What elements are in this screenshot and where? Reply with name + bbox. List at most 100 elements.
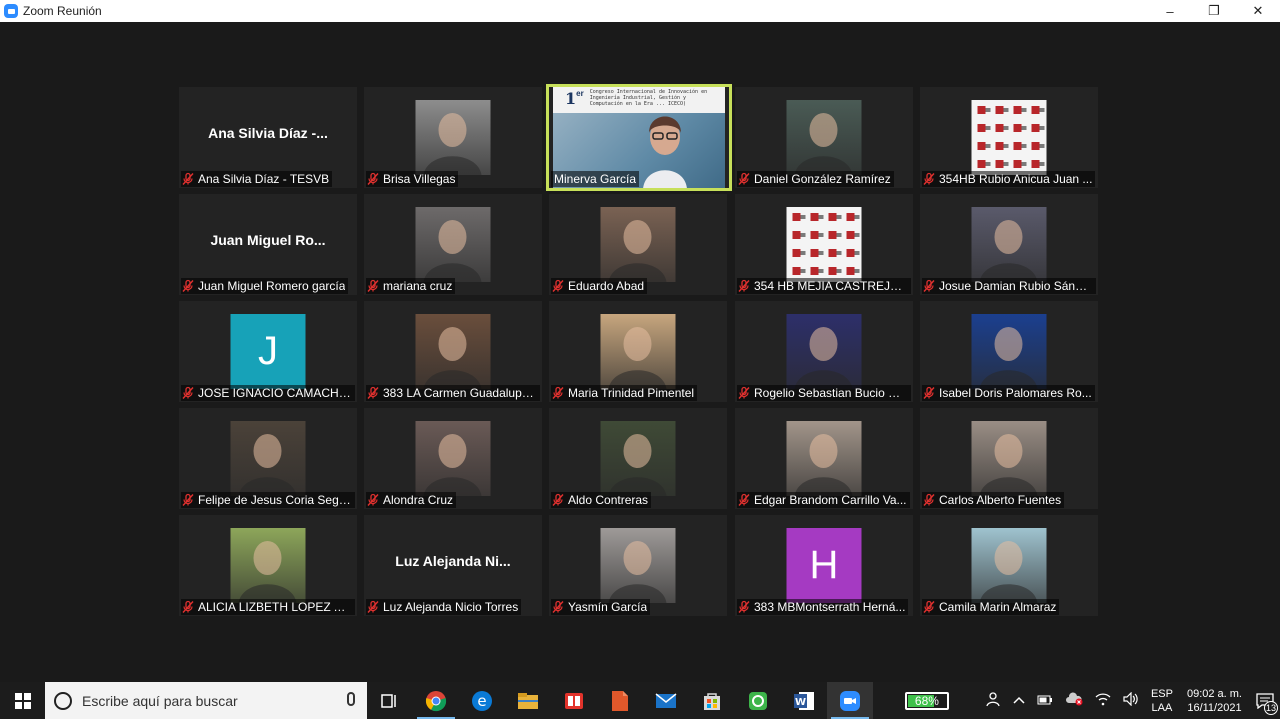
mail-button[interactable] <box>643 682 689 719</box>
notification-count: 13 <box>1264 700 1278 715</box>
participant-tile[interactable]: mariana cruz <box>364 194 542 295</box>
people-icon[interactable] <box>985 691 1001 710</box>
participant-tile[interactable]: 383 LA Carmen Guadalupe... <box>364 301 542 402</box>
participant-tile[interactable]: ALICIA LIZBETH LOPEZ AVILA <box>179 515 357 616</box>
muted-microphone-icon <box>181 493 195 507</box>
volume-icon[interactable] <box>1123 691 1139 709</box>
participant-name-label: Aldo Contreras <box>551 492 652 508</box>
participant-tile[interactable]: Ana Silvia Díaz -... Ana Silvia Díaz - TE… <box>179 87 357 188</box>
participant-tile[interactable]: Eduardo Abad <box>549 194 727 295</box>
file-explorer-button[interactable] <box>505 682 551 719</box>
chrome-button[interactable] <box>413 682 459 719</box>
muted-microphone-icon <box>551 493 565 507</box>
participant-tile[interactable]: 1 er Congreso Internacional de Innovación … <box>546 84 732 191</box>
participant-tile[interactable]: Yasmín García <box>549 515 727 616</box>
keyboard-layout: LAA <box>1151 701 1173 714</box>
participant-photo <box>415 314 491 389</box>
participant-tile[interactable]: Luz Alejanda Ni... Luz Alejanda Nicio Tor… <box>364 515 542 616</box>
participant-name: Ana Silvia Díaz - TESVB <box>198 172 330 186</box>
language-code: ESP <box>1150 687 1173 700</box>
participant-name-label: Maria Trinidad Pimentel <box>551 385 698 401</box>
participant-tile[interactable]: J JOSE IGNACIO CAMACHO ... <box>179 301 357 402</box>
participant-name: Brisa Villegas <box>383 172 456 186</box>
muted-microphone-icon <box>366 279 380 293</box>
pdf-reader-button[interactable] <box>551 682 597 719</box>
participant-name: Yasmín García <box>568 600 648 614</box>
powerpoint-file-button[interactable] <box>597 682 643 719</box>
participant-name-label: Eduardo Abad <box>551 278 648 294</box>
muted-microphone-icon <box>737 279 751 293</box>
wifi-icon[interactable] <box>1095 692 1111 709</box>
svg-text:W: W <box>795 697 806 708</box>
zoom-icon <box>840 690 860 711</box>
participant-tile[interactable]: Felipe de Jesus Coria Segu... <box>179 408 357 509</box>
start-button[interactable] <box>0 682 45 719</box>
window-titlebar: Zoom Reunión – ❐ ✕ <box>0 0 1280 22</box>
participant-photo <box>600 207 676 282</box>
participant-avatar <box>971 100 1047 175</box>
participant-tile[interactable]: Josue Damian Rubio Sánch... <box>920 194 1098 295</box>
participant-photo <box>415 100 491 175</box>
participant-tile[interactable]: Alondra Cruz <box>364 408 542 509</box>
participant-tile[interactable]: 354 HB MEJIA CASTREJON ... <box>735 194 913 295</box>
participant-tile[interactable]: Isabel Doris Palomares Ro... <box>920 301 1098 402</box>
search-placeholder: Escribe aquí para buscar <box>82 692 238 709</box>
folder-icon <box>518 692 538 709</box>
participant-name: Camila Marin Almaraz <box>939 600 1057 614</box>
muted-microphone-icon <box>366 172 380 186</box>
participant-name-label: Alondra Cruz <box>366 492 457 508</box>
chevron-up-icon[interactable] <box>1013 694 1025 708</box>
battery-indicator[interactable]: 68% <box>904 691 949 710</box>
close-button[interactable]: ✕ <box>1236 0 1280 22</box>
participant-tile[interactable]: Rogelio Sebastian Bucio M... <box>735 301 913 402</box>
muted-microphone-icon <box>922 172 936 186</box>
minimize-button[interactable]: – <box>1148 0 1192 22</box>
participant-tile[interactable]: Juan Miguel Ro... Juan Miguel Romero garc… <box>179 194 357 295</box>
participant-tile[interactable]: H 383 MBMontserrath Herná... <box>735 515 913 616</box>
word-button[interactable]: W <box>781 682 827 719</box>
participant-photo <box>971 207 1047 282</box>
participant-tile[interactable]: Camila Marin Almaraz <box>920 515 1098 616</box>
task-view-button[interactable] <box>367 682 413 719</box>
muted-microphone-icon <box>181 172 195 186</box>
zoom-taskbar-button[interactable] <box>827 682 873 719</box>
participant-name: Aldo Contreras <box>568 493 649 507</box>
participant-photo <box>600 421 676 496</box>
battery-tray-icon[interactable] <box>1037 694 1053 708</box>
chrome-icon <box>425 690 447 711</box>
taskbar-search[interactable]: Escribe aquí para buscar <box>45 682 367 719</box>
language-indicator[interactable]: ESP LAA <box>1151 687 1173 715</box>
participant-tile[interactable]: Aldo Contreras <box>549 408 727 509</box>
edge-button[interactable]: e <box>459 682 505 719</box>
participant-name-label: Edgar Brandom Carrillo Va... <box>737 492 910 508</box>
participant-name: ALICIA LIZBETH LOPEZ AVILA <box>198 600 352 614</box>
muted-microphone-icon <box>366 600 380 614</box>
muted-microphone-icon <box>551 600 565 614</box>
participant-tile[interactable]: Brisa Villegas <box>364 87 542 188</box>
word-icon: W <box>794 691 814 710</box>
participant-name-label: mariana cruz <box>366 278 456 294</box>
store-button[interactable] <box>689 682 735 719</box>
camtasia-button[interactable] <box>735 682 781 719</box>
participant-tile[interactable]: Maria Trinidad Pimentel <box>549 301 727 402</box>
action-center-button[interactable]: 13 <box>1250 692 1280 715</box>
muted-microphone-icon <box>737 600 751 614</box>
avatar-initial: J <box>230 314 306 389</box>
restore-button[interactable]: ❐ <box>1192 0 1236 22</box>
windows-taskbar: Escribe aquí para buscar e W 68% ESP LAA… <box>0 682 1280 719</box>
microphone-icon[interactable] <box>347 692 355 706</box>
clock[interactable]: 09:02 a. m. 16/11/2021 <box>1187 687 1242 715</box>
battery-percent: 68% <box>914 693 939 708</box>
participant-tile[interactable]: 354HB Rubio Anicua Juan ... <box>920 87 1098 188</box>
participant-avatar <box>786 207 862 282</box>
participant-tile[interactable]: Carlos Alberto Fuentes <box>920 408 1098 509</box>
participant-tile[interactable]: Daniel González Ramírez <box>735 87 913 188</box>
participant-photo <box>971 421 1047 496</box>
cloud-error-icon[interactable] <box>1065 692 1083 709</box>
participant-tile[interactable]: Edgar Brandom Carrillo Va... <box>735 408 913 509</box>
participant-name-label: Camila Marin Almaraz <box>922 599 1060 615</box>
participant-name-label: Luz Alejanda Nicio Torres <box>366 599 522 615</box>
participant-name: Felipe de Jesus Coria Segu... <box>198 493 352 507</box>
muted-microphone-icon <box>551 279 565 293</box>
participant-name-label: Carlos Alberto Fuentes <box>922 492 1065 508</box>
